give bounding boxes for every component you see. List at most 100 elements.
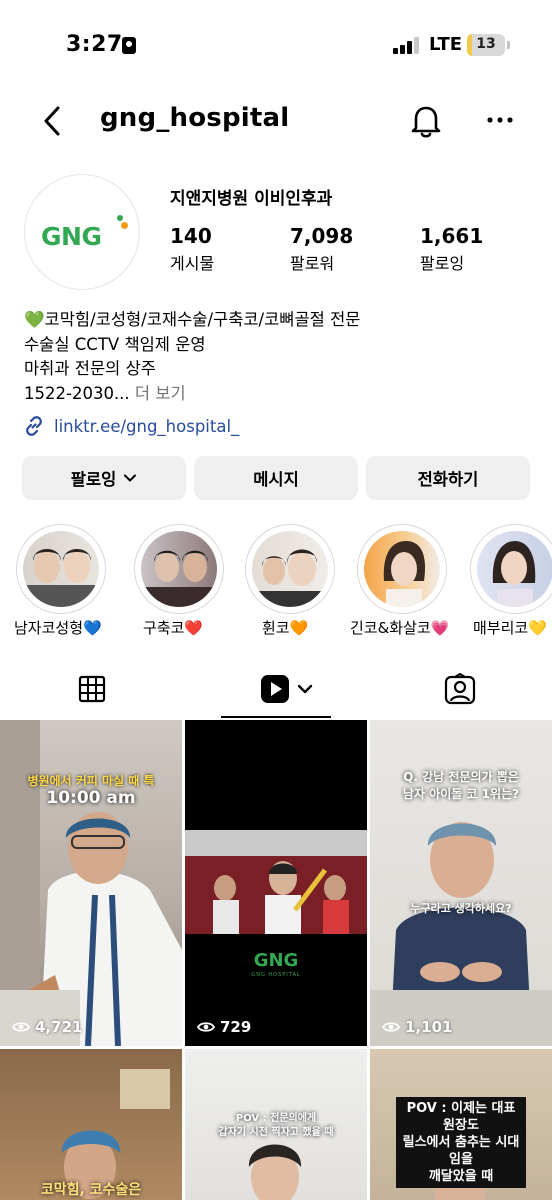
signal-icon — [393, 36, 421, 54]
reel-thumbnail[interactable]: POV : 이제는 대표원장도 릴스에서 춤추는 시대임을 깨달았을 때 — [370, 1049, 552, 1200]
logo-dot-green — [117, 215, 123, 221]
call-button-label: 전화하기 — [417, 470, 479, 489]
highlight-label: 남자코성형💙 — [14, 619, 102, 637]
reel-caption-top: 갑자기 시전 찍자고 했을 때 — [218, 1127, 334, 1138]
battery-percent: 13 — [476, 36, 496, 52]
reel-caption-line: 릴스에서 춤추는 시대임을 — [402, 1135, 520, 1167]
reel-caption-top: 남자 아이돌 코 1위는? — [402, 787, 520, 801]
bio-line: 마취과 전문의 상주 — [24, 359, 156, 378]
stat-posts[interactable]: 140 게시물 — [170, 224, 214, 274]
highlight-thumbnail — [252, 531, 328, 607]
eye-icon — [382, 1022, 400, 1032]
bio-line-truncated: 1522-2030... 더 보기 — [24, 382, 360, 407]
story-highlight[interactable] — [134, 524, 224, 614]
focus-mode-icon — [122, 37, 136, 54]
reel-thumbnail[interactable]: 코막힘, 코수술은 — [0, 1049, 182, 1200]
story-highlight[interactable] — [16, 524, 106, 614]
highlight-image — [252, 549, 328, 607]
call-button[interactable]: 전화하기 — [366, 456, 530, 500]
grid-tab-icon[interactable] — [78, 675, 106, 703]
back-arrow-icon[interactable] — [40, 104, 66, 138]
profile-link[interactable]: linktr.ee/gng_hospital_ — [22, 414, 239, 438]
reel-view-count: 1,101 — [382, 1018, 452, 1036]
reels-tab-icon[interactable] — [260, 674, 316, 704]
highlight-thumbnail — [364, 531, 440, 607]
profile-avatar[interactable]: GNG — [24, 174, 140, 290]
reel-thumbnail[interactable]: 병원에서 커피 마실 때 특 10:00 am 4,721 — [0, 720, 182, 1046]
profile-link-text[interactable]: linktr.ee/gng_hospital_ — [54, 417, 239, 436]
highlight-thumbnail — [477, 531, 552, 607]
reel-view-count-text: 1,101 — [405, 1018, 453, 1036]
profile-bio: 💚코막힘/코성형/코재수술/구축코/코뼈골절 전문 수술실 CCTV 책임제 운… — [24, 308, 360, 406]
reel-caption-top: POV : 전문의에게 — [235, 1113, 317, 1124]
story-highlight[interactable] — [245, 524, 335, 614]
stat-posts-label: 게시물 — [170, 254, 215, 273]
reels-grid: 병원에서 커피 마실 때 특 10:00 am 4,721 GNG GNG HO… — [0, 720, 552, 1200]
message-button-label: 메시지 — [253, 470, 299, 489]
stat-following[interactable]: 1,661 팔로잉 — [420, 224, 483, 274]
reel-image — [61, 1069, 170, 1199]
reel-caption-line: 깨달았을 때 — [428, 1169, 494, 1184]
more-options-icon[interactable] — [484, 114, 516, 126]
status-bar: 3:27 LTE 13 — [0, 0, 552, 90]
bio-more-link[interactable]: 더 보기 — [130, 384, 186, 403]
chevron-down-icon — [124, 474, 137, 482]
stat-followers-label: 팔로워 — [290, 254, 335, 273]
active-tab-indicator — [221, 716, 331, 718]
tagged-tab-icon[interactable] — [444, 673, 476, 705]
notification-bell-icon[interactable] — [406, 101, 446, 141]
reel-view-count-text: 729 — [220, 1018, 252, 1036]
link-icon — [26, 416, 42, 436]
reel-logo: GNG — [253, 950, 299, 971]
highlight-image — [383, 541, 426, 607]
stat-followers-count: 7,098 — [290, 224, 354, 248]
story-highlight[interactable] — [470, 524, 552, 614]
battery-icon: 13 — [467, 34, 505, 56]
stat-following-label: 팔로잉 — [420, 254, 465, 273]
status-time: 3:27 — [66, 32, 123, 57]
highlight-label: 매부리코💛 — [473, 619, 547, 637]
reel-logo-sub: GNG HOSPITAL — [251, 972, 301, 978]
highlight-label: 긴코&화살코💗 — [350, 619, 450, 637]
reel-caption-top: Q. 강남 전문의가 뽑은 — [403, 770, 519, 784]
eye-icon — [12, 1022, 30, 1032]
reel-view-count: 729 — [197, 1018, 251, 1036]
reel-view-count: 4,721 — [12, 1018, 82, 1036]
reel-thumbnail[interactable]: Q. 강남 전문의가 뽑은 남자 아이돌 코 1위는? 누구라고 생각하세요? … — [370, 720, 552, 1046]
highlight-label: 휜코🧡 — [262, 619, 309, 637]
bio-phone: 1522-2030... — [24, 383, 130, 403]
reel-caption-line: POV : 이제는 대표원장도 — [406, 1101, 516, 1133]
following-button[interactable]: 팔로잉 — [22, 456, 186, 500]
eye-icon — [197, 1022, 215, 1032]
reel-thumbnail[interactable]: POV : 전문의에게 갑자기 시전 찍자고 했을 때 — [185, 1049, 367, 1200]
display-name: 지앤지병원 이비인후과 — [170, 189, 333, 209]
reel-caption-top: 병원에서 커피 마실 때 특 — [27, 774, 155, 788]
bio-line: 수술실 CCTV 책임제 운영 — [24, 334, 206, 354]
following-button-label: 팔로잉 — [70, 470, 117, 489]
highlight-label: 구축코❤️ — [143, 619, 204, 637]
bio-line: 💚코막힘/코성형/코재수술/구축코/코뼈골절 전문 — [24, 310, 361, 329]
reel-thumbnail[interactable]: GNG GNG HOSPITAL 729 — [185, 720, 367, 1046]
network-type: LTE — [429, 34, 463, 55]
highlight-image — [141, 550, 217, 607]
avatar-logo-text: GNG — [41, 222, 102, 251]
stat-posts-count: 140 — [170, 224, 212, 248]
message-button[interactable]: 메시지 — [194, 456, 358, 500]
battery-tip — [507, 41, 510, 49]
stat-following-count: 1,661 — [420, 224, 484, 248]
reel-caption-main: 10:00 am — [46, 788, 136, 808]
highlight-thumbnail — [23, 531, 99, 607]
highlight-image — [492, 541, 536, 607]
logo-dot-orange — [121, 222, 128, 229]
reel-image — [0, 720, 182, 1046]
highlight-image — [27, 549, 95, 607]
story-highlight[interactable] — [357, 524, 447, 614]
stat-followers[interactable]: 7,098 팔로워 — [290, 224, 353, 274]
reel-caption-bottom: 코막힘, 코수술은 — [40, 1182, 142, 1198]
reel-caption-mid: 누구라고 생각하세요? — [410, 902, 512, 915]
reel-view-count-text: 4,721 — [35, 1018, 83, 1036]
highlight-thumbnail — [141, 531, 217, 607]
reel-caption-box: POV : 이제는 대표원장도 릴스에서 춤추는 시대임을 깨달았을 때 — [396, 1097, 526, 1188]
profile-username: gng_hospital — [100, 103, 290, 133]
reel-image — [185, 830, 367, 934]
